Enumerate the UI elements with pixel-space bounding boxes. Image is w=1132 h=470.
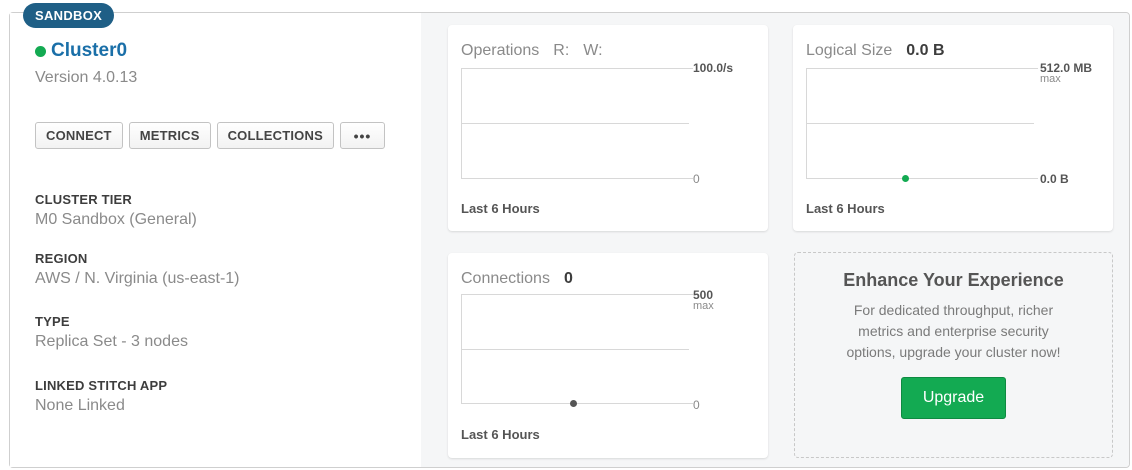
operations-write-label: W: [583, 42, 603, 59]
chart-gridline [461, 403, 693, 404]
logical-size-max-sub: max [1040, 73, 1061, 85]
cluster-tier-label: CLUSTER TIER [35, 192, 133, 207]
region-label: REGION [35, 251, 88, 266]
chart-gridline [806, 178, 1038, 179]
chart-gridline [806, 123, 1034, 124]
region-value: AWS / N. Virginia (us-east-1) [35, 270, 240, 287]
operations-title-text: Operations [461, 42, 540, 59]
type-value: Replica Set - 3 nodes [35, 333, 188, 350]
operations-title: Operations R: W: [461, 42, 603, 60]
logical-size-data-point [902, 175, 909, 182]
chart-gridline [461, 123, 689, 124]
operations-read-label: R: [553, 42, 570, 59]
chart-gridline [806, 68, 1038, 69]
cluster-tier-value: M0 Sandbox (General) [35, 211, 197, 228]
metrics-button[interactable]: METRICS [128, 122, 211, 149]
operations-max-label: 100.0/s [693, 61, 734, 75]
cluster-version: Version 4.0.13 [35, 69, 138, 86]
logical-size-title: Logical Size 0.0 B [806, 42, 945, 60]
type-label: TYPE [35, 314, 70, 329]
connections-max-label: 500 max [693, 289, 714, 312]
logical-size-time-range: Last 6 Hours [806, 201, 885, 216]
chart-gridline [461, 68, 693, 69]
logical-size-chart-panel[interactable]: Logical Size 0.0 B 512.0 MB max 0.0 B La… [793, 25, 1113, 231]
connections-value: 0 [563, 270, 573, 287]
cluster-summary: Cluster0 Version 4.0.13 CONNECT METRICS … [10, 13, 421, 467]
operations-time-range: Last 6 Hours [461, 201, 540, 216]
logical-size-value: 0.0 B [906, 42, 945, 59]
connect-button[interactable]: CONNECT [35, 122, 123, 149]
operations-min-label: 0 [693, 172, 700, 186]
cluster-actions: CONNECT METRICS COLLECTIONS ••• [35, 122, 385, 149]
collections-button[interactable]: COLLECTIONS [216, 122, 334, 149]
more-options-button[interactable]: ••• [339, 122, 385, 149]
promo-title: Enhance Your Experience [843, 270, 1064, 290]
logical-size-min-label: 0.0 B [1040, 172, 1069, 186]
chart-gridline [461, 294, 693, 295]
region-info: REGION AWS / N. Virginia (us-east-1) [35, 251, 240, 288]
type-info: TYPE Replica Set - 3 nodes [35, 314, 188, 351]
cluster-tier-info: CLUSTER TIER M0 Sandbox (General) [35, 192, 197, 229]
chart-gridline [461, 178, 693, 179]
logical-size-title-text: Logical Size [806, 42, 893, 59]
linked-stitch-value: None Linked [35, 397, 125, 414]
connections-title-text: Connections [461, 270, 550, 287]
cluster-name-link[interactable]: Cluster0 [35, 40, 127, 62]
promo-text: For dedicated throughput, richer metrics… [846, 302, 1061, 360]
connections-title: Connections 0 [461, 270, 573, 288]
sandbox-badge: SANDBOX [23, 3, 115, 28]
connections-max-sub: max [693, 300, 714, 312]
operations-chart-panel[interactable]: Operations R: W: 100.0/s 0 Last 6 Hours [448, 25, 768, 231]
connections-min-label: 0 [693, 398, 700, 412]
chart-gridline [461, 349, 689, 350]
status-dot-icon [35, 45, 46, 57]
connections-data-point [570, 400, 577, 407]
linked-stitch-label: LINKED STITCH APP [35, 378, 168, 393]
cluster-card: Cluster0 Version 4.0.13 CONNECT METRICS … [9, 12, 1130, 468]
upgrade-button[interactable]: Upgrade [901, 377, 1006, 419]
connections-chart-panel[interactable]: Connections 0 500 max 0 Last 6 Hours [448, 253, 768, 458]
cluster-name: Cluster0 [51, 40, 128, 61]
metrics-area: Operations R: W: 100.0/s 0 Last 6 Hours … [421, 13, 1129, 467]
linked-stitch-info: LINKED STITCH APP None Linked [35, 378, 167, 415]
connections-time-range: Last 6 Hours [461, 427, 540, 442]
upgrade-promo-panel: Enhance Your Experience For dedicated th… [794, 252, 1113, 458]
logical-size-max-label: 512.0 MB max [1040, 62, 1092, 85]
